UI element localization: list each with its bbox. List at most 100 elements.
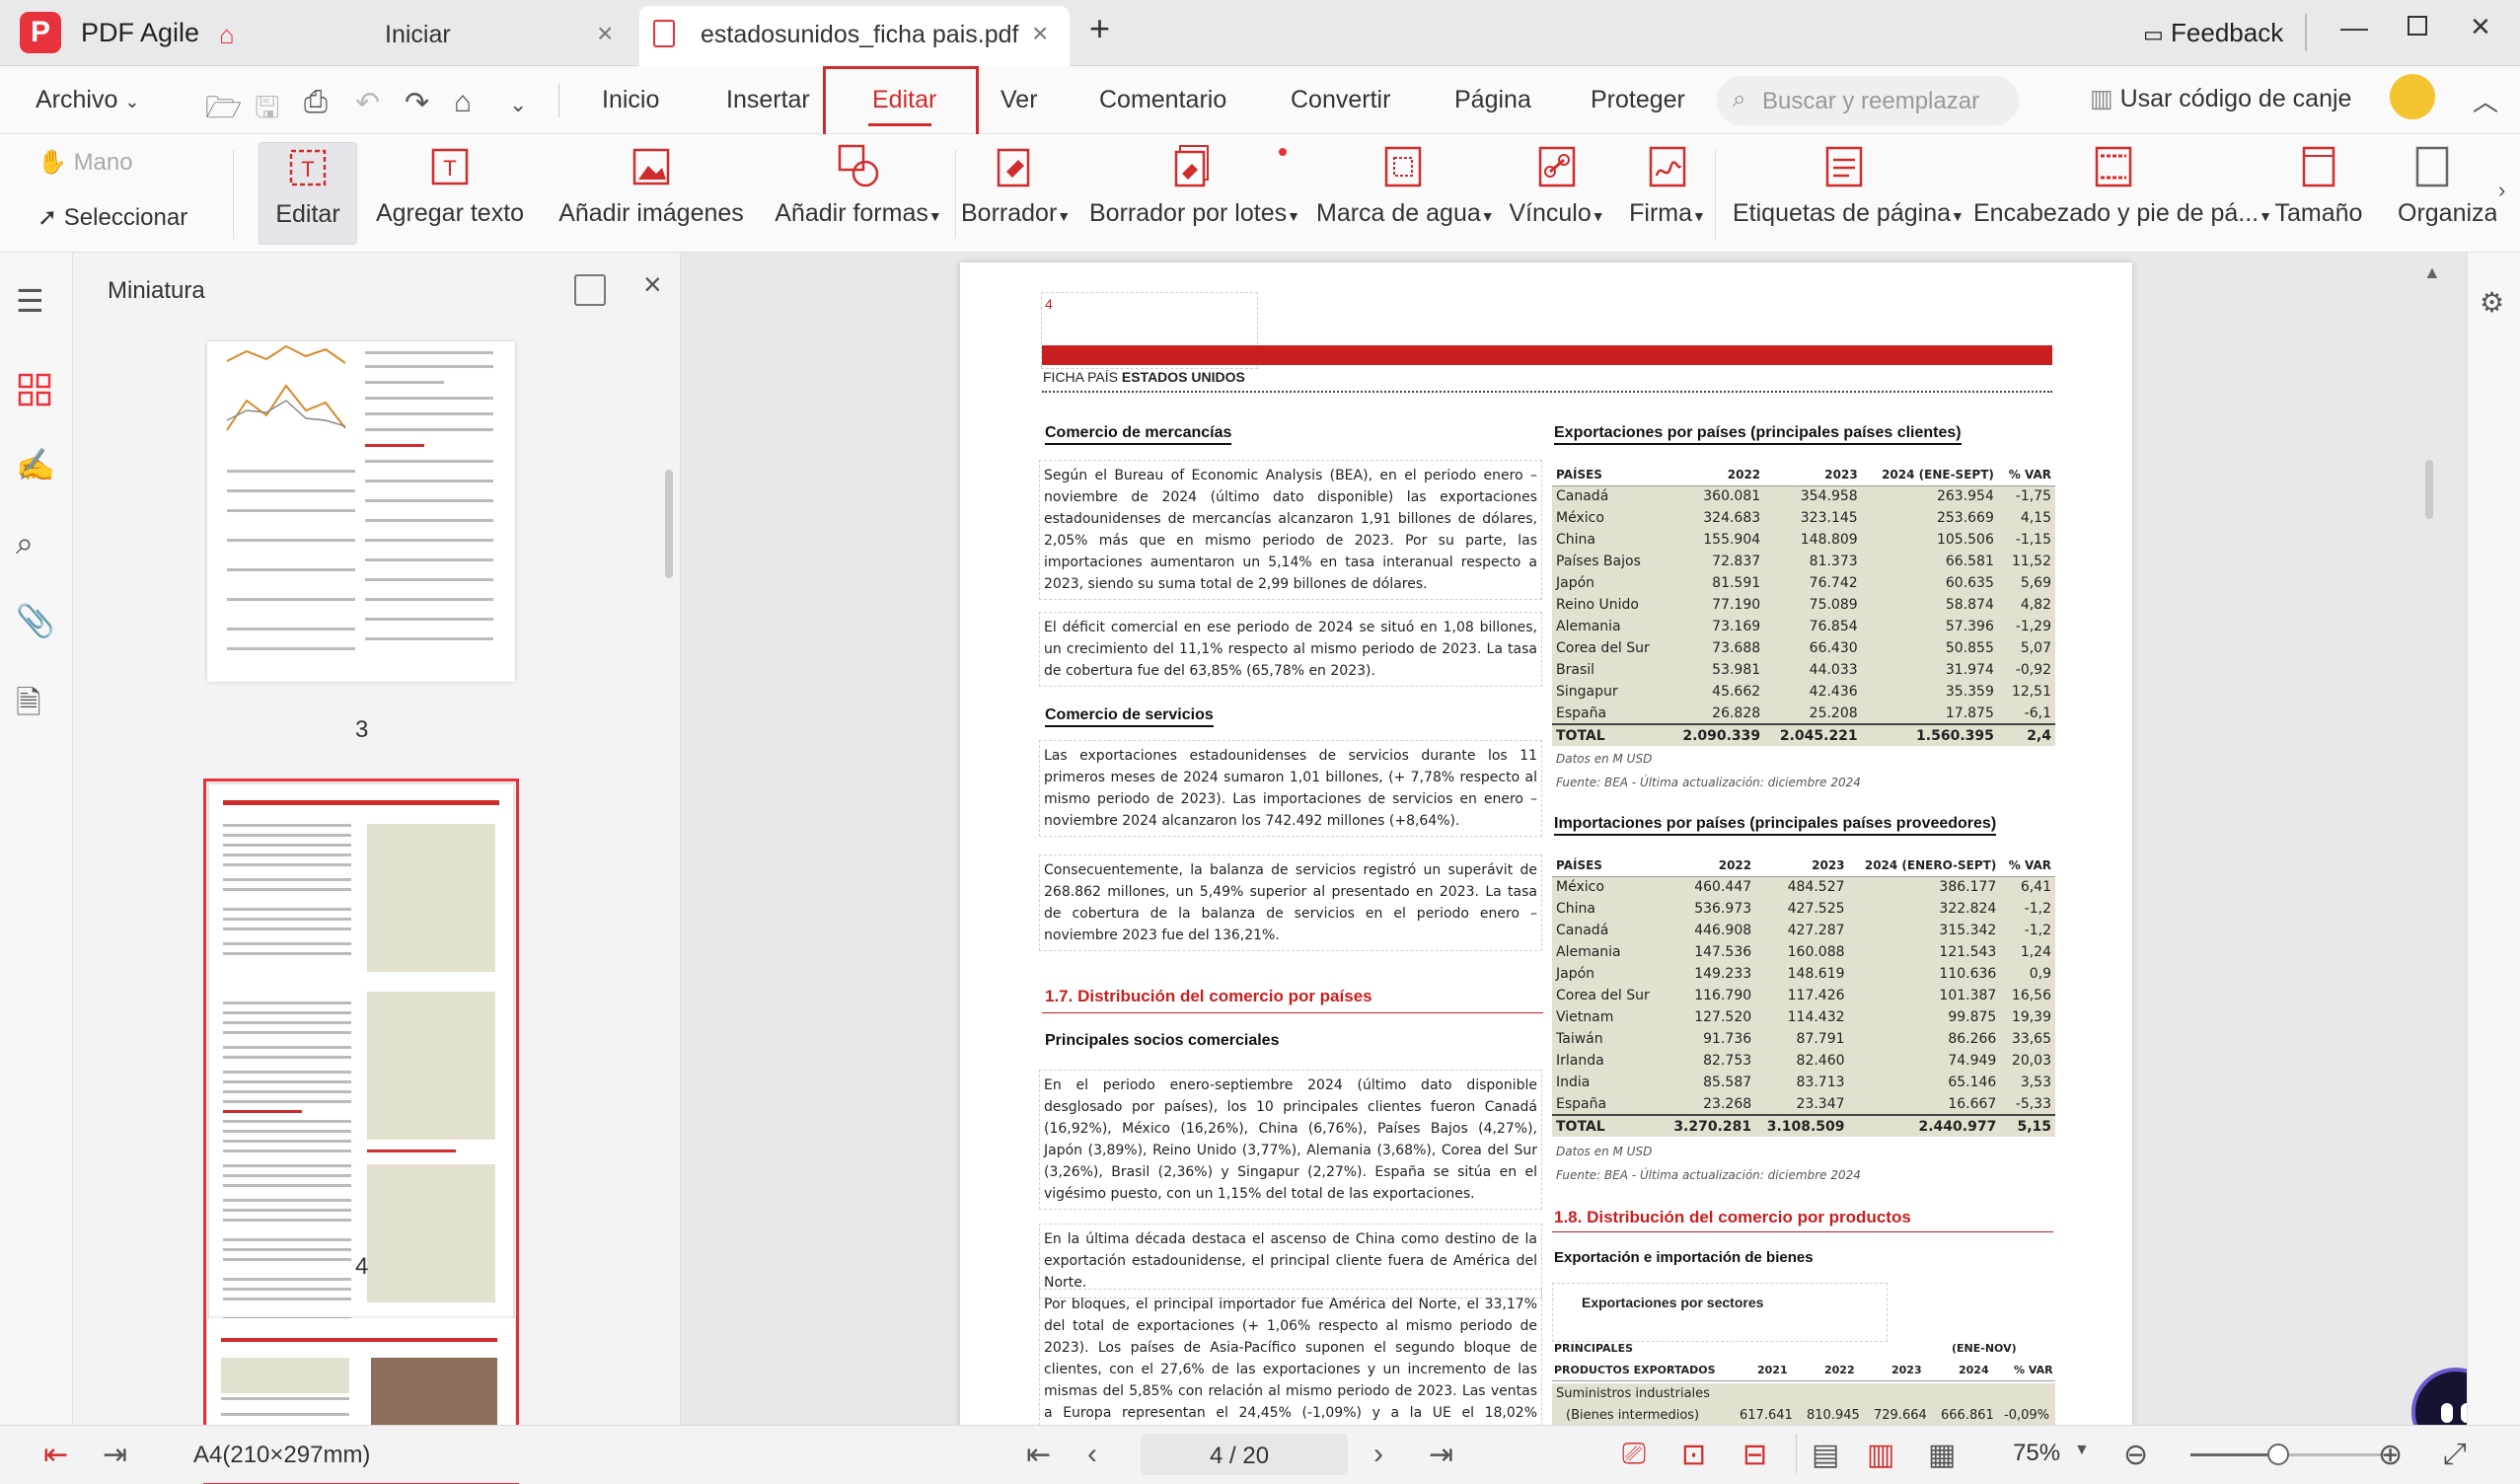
hand-tool-button[interactable]: ✋ Mano	[37, 148, 133, 177]
menu-icon[interactable]: ☰	[16, 282, 44, 320]
document-view[interactable]: ▲ 4 FICHA PAÍS ESTADOS UNIDOS Comercio d…	[681, 253, 2467, 1425]
table-cell: 12,51	[2011, 684, 2051, 700]
maximize-icon[interactable]	[2408, 16, 2427, 36]
exit-icon[interactable]: ⇤	[43, 1438, 68, 1472]
panel-scrollbar[interactable]	[665, 470, 673, 578]
new-tab-button[interactable]: +	[1089, 8, 1110, 49]
table-cell: 5,69	[2020, 575, 2051, 591]
table-cell: 101.387	[1939, 988, 1997, 1003]
properties-panel-icon[interactable]: ⚙	[2480, 286, 2504, 319]
menu-editar[interactable]: Editar	[872, 86, 936, 114]
exports-table: PAÍSES 2022 2023 2024 (ENE-SEPT) % VAR C…	[1552, 464, 2055, 746]
fit-page-icon[interactable]: ⎚	[1622, 1438, 1646, 1471]
ribbon-scroll-right-icon[interactable]: ›	[2498, 178, 2505, 203]
print-icon[interactable]: ⎙	[304, 86, 328, 119]
user-avatar[interactable]	[2390, 74, 2435, 119]
actual-size-icon[interactable]: ⊡	[1681, 1438, 1706, 1472]
section-heading: Comercio de mercancías	[1045, 424, 1232, 445]
scroll-up-icon[interactable]: ▲	[2423, 262, 2441, 283]
search-icon: ⌕	[1733, 86, 1746, 112]
document-history-icon[interactable]: 🗎	[16, 681, 41, 734]
thumbnail-page-3[interactable]	[207, 341, 515, 682]
close-window-icon[interactable]: ×	[2471, 8, 2490, 46]
menu-insertar[interactable]: Insertar	[726, 86, 810, 114]
archivo-menu[interactable]: Archivo ⌄	[36, 86, 139, 114]
document-scrollbar[interactable]	[2425, 460, 2433, 519]
menu-convertir[interactable]: Convertir	[1291, 86, 1390, 114]
two-page-view-icon[interactable]: ▦	[1928, 1438, 1956, 1472]
zoom-level[interactable]: 75%	[2013, 1440, 2060, 1467]
page-number-input[interactable]: 4 / 20	[1141, 1434, 1348, 1475]
open-folder-icon[interactable]: 🗁	[205, 86, 242, 136]
table-row: Taiwán 91.736 87.791 86.266 33,65	[1552, 1028, 2055, 1050]
export-icon[interactable]: ⇥	[103, 1438, 127, 1472]
table-cell: 114.432	[1787, 1009, 1845, 1025]
quick-access-dropdown-icon[interactable]: ⌄	[509, 92, 527, 117]
edit-tool-button[interactable]: T Editar	[259, 142, 357, 245]
table-cell: 1.560.395	[1861, 723, 1998, 746]
menu-inicio[interactable]: Inicio	[602, 86, 659, 114]
tab-document[interactable]: estadosunidos_ficha pais.pdf ×	[639, 6, 1070, 66]
table-cell: TOTAL	[1552, 1114, 1663, 1137]
table-cell: 536.973	[1694, 901, 1752, 917]
thumbnail-page-5[interactable]	[207, 1318, 515, 1425]
last-page-icon[interactable]: ⇥	[1429, 1438, 1453, 1472]
zoom-slider[interactable]	[2190, 1444, 2388, 1465]
collapse-ribbon-icon[interactable]: ︿	[2473, 82, 2498, 118]
header-footer-button[interactable]: Encabezado y pie de pá...▼	[1973, 142, 2272, 245]
thumbnail-view-icon[interactable]	[574, 274, 606, 306]
watermark-button[interactable]: Marca de agua▼	[1316, 142, 1495, 245]
signature-icon[interactable]: ✍	[16, 446, 55, 483]
save-icon[interactable]: 🖫	[255, 86, 280, 136]
continuous-view-icon[interactable]: ▥	[1867, 1438, 1894, 1472]
zoom-slider-handle[interactable]	[2267, 1444, 2290, 1465]
close-tab-icon[interactable]: ×	[1032, 18, 1048, 49]
minimize-icon[interactable]: —	[2340, 12, 2368, 43]
add-shapes-button[interactable]: Añadir formas▼	[770, 142, 947, 245]
home-icon[interactable]: ⌂	[454, 86, 472, 119]
zoom-in-icon[interactable]: ⊕	[2378, 1438, 2403, 1472]
link-button[interactable]: Vínculo▼	[1508, 142, 1606, 245]
thumbnails-icon[interactable]	[18, 373, 51, 407]
page-labels-button[interactable]: Etiquetas de página▼	[1733, 142, 1964, 245]
menu-proteger[interactable]: Proteger	[1591, 86, 1685, 114]
add-text-button[interactable]: T Agregar texto	[371, 142, 529, 245]
menu-comentario[interactable]: Comentario	[1099, 86, 1226, 114]
add-images-button[interactable]: Añadir imágenes	[553, 142, 750, 245]
first-page-icon[interactable]: ⇤	[1026, 1438, 1051, 1472]
dropdown-arrow-icon: ▼	[927, 208, 942, 224]
table-row: Suministros industriales	[1552, 1383, 2055, 1405]
table-row: Corea del Sur 116.790 117.426 101.387 16,56	[1552, 985, 2055, 1006]
zoom-dropdown-icon[interactable]: ▼	[2074, 1442, 2090, 1459]
search-icon[interactable]: ⌕	[16, 525, 34, 562]
previous-page-icon[interactable]: ‹	[1087, 1438, 1097, 1471]
organize-button[interactable]: Organiza	[2388, 142, 2496, 245]
next-page-icon[interactable]: ›	[1373, 1438, 1383, 1471]
table-cell: 6,41	[2020, 879, 2051, 896]
fullscreen-icon[interactable]: ⤢	[2443, 1438, 2467, 1471]
zoom-out-icon[interactable]: ⊖	[2123, 1438, 2148, 1472]
assistant-bot-button[interactable]	[2411, 1368, 2467, 1425]
single-page-view-icon[interactable]: ▤	[1812, 1438, 1839, 1472]
signature-button[interactable]: Firma▼	[1626, 142, 1709, 245]
eraser-button[interactable]: Borrador▼	[961, 142, 1071, 245]
undo-icon[interactable]: ↶	[355, 86, 380, 120]
tab-iniciar[interactable]: ⌂ Iniciar ×	[207, 6, 631, 66]
paragraph: En la última década destaca el ascenso d…	[1039, 1224, 1542, 1298]
batch-eraser-button[interactable]: Borrador por lotes▼	[1089, 142, 1300, 245]
menu-pagina[interactable]: Página	[1454, 86, 1531, 114]
menu-ver[interactable]: Ver	[1001, 86, 1038, 114]
batch-eraser-text: Borrador por lotes	[1089, 199, 1288, 227]
redo-icon[interactable]: ↷	[405, 86, 429, 120]
redeem-code-button[interactable]: ▥ Usar código de canje	[2090, 84, 2351, 113]
attachment-icon[interactable]: 📎	[16, 602, 55, 639]
page-size-button[interactable]: Tamaño	[2269, 142, 2368, 245]
fit-width-icon[interactable]: ⊟	[1742, 1438, 1767, 1472]
feedback-button[interactable]: ▭ Feedback	[2143, 18, 2283, 48]
search-box[interactable]: ⌕ Buscar y reemplazar	[1717, 76, 2019, 125]
table-cell: 99.875	[1948, 1009, 1997, 1025]
close-tab-icon[interactable]: ×	[597, 18, 613, 49]
table-cell: 44.033	[1809, 662, 1858, 678]
close-panel-icon[interactable]: ×	[643, 266, 662, 303]
select-tool-button[interactable]: ➚ Seleccionar	[37, 203, 187, 232]
